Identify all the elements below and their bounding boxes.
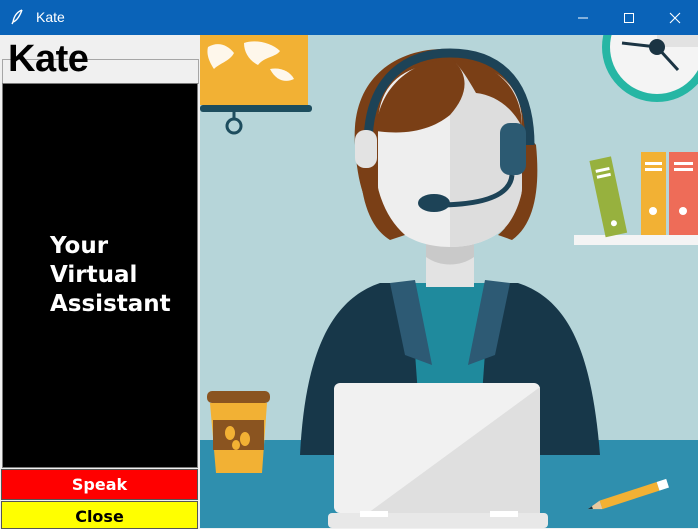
feather-icon [11, 9, 23, 25]
minimize-icon [578, 17, 588, 18]
illustration-svg [200, 35, 698, 528]
assistant-display: Your Virtual Assistant [2, 83, 198, 468]
brand-title: Kate [8, 38, 89, 80]
coffee-cup-icon [207, 391, 270, 473]
title-bar: Kate [0, 0, 698, 35]
tagline-line: Your [50, 233, 109, 259]
maximize-button[interactable] [606, 0, 652, 35]
minimize-button[interactable] [560, 0, 606, 35]
tagline-line: Assistant [50, 291, 171, 317]
tagline-line: Virtual [50, 262, 138, 288]
assistant-illustration [200, 35, 698, 528]
window-title: Kate [36, 9, 65, 25]
tagline: Your Virtual Assistant [50, 232, 171, 319]
left-panel: Kate Your Virtual Assistant Speak Close [0, 35, 200, 529]
laptop-icon [328, 383, 548, 528]
close-window-button[interactable] [652, 0, 698, 35]
close-icon [669, 12, 681, 23]
close-button[interactable]: Close [1, 501, 198, 529]
maximize-icon [624, 12, 634, 23]
speak-button[interactable]: Speak [1, 469, 198, 500]
